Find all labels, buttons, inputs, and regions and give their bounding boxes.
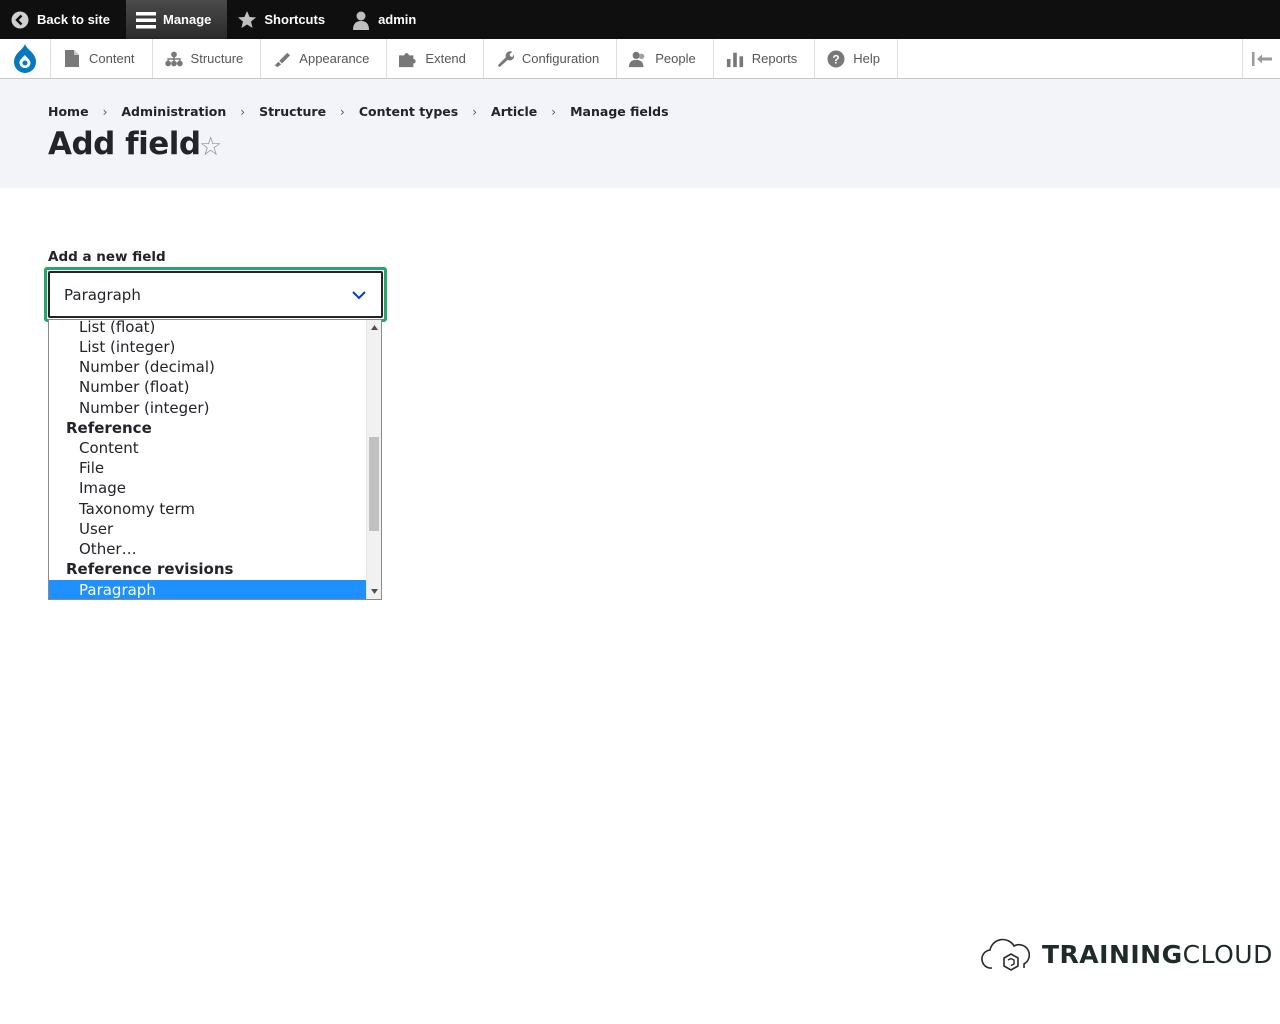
page-header: Home › Administration › Structure › Cont… (0, 79, 1280, 188)
breadcrumb-separator-icon: › (340, 104, 345, 119)
dropdown-option[interactable]: Content (49, 438, 367, 458)
admin-menu-tray: Content Structure Appearance Extend Conf… (0, 39, 1280, 79)
chevron-down-icon (352, 291, 366, 300)
back-to-site-link[interactable]: Back to site (0, 0, 126, 39)
wrench-icon (496, 50, 514, 68)
manage-label: Manage (162, 12, 212, 27)
scrollbar-thumb[interactable] (369, 437, 379, 531)
tray-item-label: Help (853, 51, 880, 66)
dropdown-scrollbar[interactable] (366, 320, 381, 599)
drupal-logo-icon[interactable] (0, 39, 51, 78)
breadcrumb-link[interactable]: Structure (259, 104, 326, 119)
back-arrow-icon (10, 10, 30, 30)
dropdown-option-selected[interactable]: Paragraph (49, 580, 367, 599)
user-label: admin (378, 12, 417, 27)
user-tab[interactable]: admin (341, 0, 432, 39)
dropdown-group-label: Reference (66, 419, 152, 437)
svg-text:?: ? (833, 52, 840, 66)
breadcrumb-separator-icon: › (551, 104, 557, 119)
dropdown-option[interactable]: List (integer) (49, 337, 367, 357)
collapse-tray-icon[interactable] (1242, 39, 1280, 78)
tray-item-label: Appearance (299, 51, 370, 66)
brand-light: CLOUD (1182, 939, 1273, 969)
breadcrumb: Home › Administration › Structure › Cont… (48, 104, 669, 119)
dropdown-option[interactable]: Image (49, 478, 367, 498)
tray-item-label: Structure (190, 51, 244, 66)
field-type-select[interactable]: Paragraph (48, 271, 383, 318)
manage-tab[interactable]: Manage (125, 0, 228, 39)
dropdown-option[interactable]: Number (decimal) (49, 357, 367, 377)
bar-chart-icon (726, 50, 744, 68)
cloud-logo-icon (981, 938, 1030, 971)
shortcuts-tab[interactable]: Shortcuts (227, 0, 341, 39)
dropdown-option[interactable]: User (49, 519, 367, 539)
tray-item-label: People (655, 51, 696, 66)
tray-item-label: Reports (751, 51, 798, 66)
breadcrumb-link[interactable]: Administration (121, 104, 226, 119)
breadcrumb-link[interactable]: Content types (359, 104, 458, 119)
breadcrumb-separator-icon: › (472, 104, 478, 119)
star-icon (237, 10, 257, 30)
dropdown-option[interactable]: List (float) (49, 320, 367, 337)
puzzle-icon (399, 50, 417, 68)
dropdown-option[interactable]: Taxonomy term (49, 499, 367, 519)
select-value: Paragraph (64, 285, 141, 304)
breadcrumb-link[interactable]: Article (491, 104, 537, 119)
add-new-field-label: Add a new field (48, 249, 166, 265)
hamburger-icon (135, 10, 156, 30)
breadcrumb-link[interactable]: Home (48, 104, 89, 119)
tray-item-label: Content (89, 51, 135, 66)
field-type-dropdown-list[interactable]: List (float) List (integer) Number (deci… (48, 319, 382, 600)
trainingcloud-logo: TRAININGCLOUD (980, 934, 1273, 974)
dropdown-option[interactable]: Number (integer) (49, 398, 367, 418)
shortcuts-label: Shortcuts (264, 12, 326, 27)
brand-bold: TRAINING (1042, 939, 1183, 969)
scroll-up-icon[interactable] (367, 320, 381, 335)
tray-item-people[interactable]: People (617, 39, 714, 78)
dropdown-option[interactable]: Number (float) (49, 377, 367, 397)
sitemap-icon (164, 50, 183, 68)
people-icon (629, 50, 647, 68)
dropdown-group-label: Reference revisions (66, 560, 234, 578)
breadcrumb-link[interactable]: Manage fields (570, 104, 668, 119)
breadcrumb-separator-icon: › (240, 104, 246, 119)
tray-item-label: Extend (425, 51, 466, 66)
tray-item-content[interactable]: Content (51, 39, 153, 78)
scroll-down-icon[interactable] (367, 584, 381, 599)
tray-item-configuration[interactable]: Configuration (484, 39, 618, 78)
help-icon: ? (827, 50, 845, 68)
tray-item-appearance[interactable]: Appearance (261, 39, 388, 78)
tray-item-structure[interactable]: Structure (153, 39, 262, 78)
dropdown-option[interactable]: Other… (49, 539, 367, 559)
tray-item-help[interactable]: ? Help (815, 39, 898, 78)
back-to-site-label: Back to site (37, 12, 110, 27)
paintbrush-icon (273, 50, 291, 68)
admin-toolbar: Back to site Manage Shortcuts admin (0, 0, 1280, 39)
page-title: Add field (48, 126, 201, 162)
user-icon (351, 10, 371, 30)
tray-item-extend[interactable]: Extend (387, 39, 484, 78)
file-icon (63, 50, 81, 68)
tray-item-label: Configuration (521, 51, 600, 66)
add-shortcut-star-icon[interactable]: ☆ (199, 131, 222, 162)
dropdown-option[interactable]: File (49, 458, 367, 478)
breadcrumb-separator-icon: › (102, 104, 108, 119)
tray-item-reports[interactable]: Reports (714, 39, 816, 78)
